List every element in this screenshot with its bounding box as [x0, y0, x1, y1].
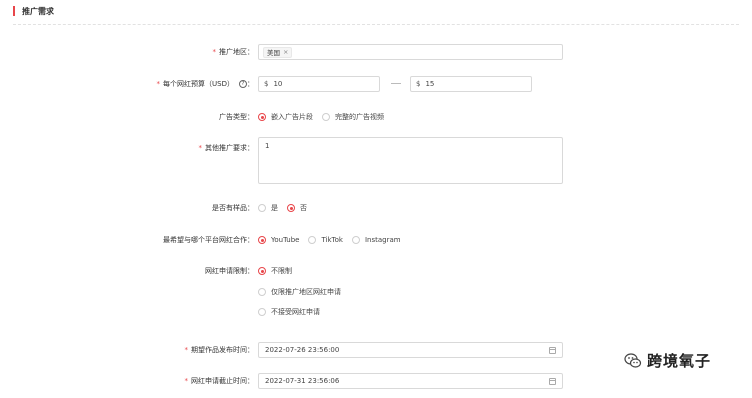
publish-time-value: 2022-07-26 23:56:00 — [265, 346, 340, 354]
ad-type-row: 广告类型： 嵌入广告片段 完整的广告视频 — [0, 111, 752, 123]
region-tag: 美国 × — [263, 46, 293, 58]
section-accent-bar — [13, 6, 15, 16]
dollar-icon: $ — [416, 80, 421, 88]
help-icon[interactable]: ? — [239, 80, 247, 88]
radio-tiktok[interactable]: TikTok — [308, 236, 343, 244]
radio-instagram[interactable]: Instagram — [351, 236, 401, 244]
platform-row: 最希望与哪个平台网红合作： YouTube TikTok Instagram — [0, 234, 752, 246]
dollar-icon: $ — [264, 80, 269, 88]
apply-deadline-label: * 网红申请截止时间： — [184, 377, 255, 385]
radio-embedded-ad[interactable]: 嵌入广告片段 — [258, 112, 313, 122]
calendar-icon[interactable] — [549, 377, 556, 385]
watermark: 跨境氧子 — [624, 350, 711, 371]
radio-empty-icon — [258, 204, 266, 212]
radio-empty-icon — [258, 308, 266, 316]
watermark-text: 跨境氧子 — [647, 352, 712, 370]
radio-empty-icon — [322, 113, 330, 121]
other-req-row: * 其他推广要求： 1 — [0, 137, 752, 184]
budget-min-value: 10 — [273, 80, 283, 88]
restriction-row: 网红申请限制： 不限制 — [0, 265, 752, 277]
radio-full-video[interactable]: 完整的广告视频 — [322, 112, 384, 122]
region-select[interactable]: 美国 × — [258, 44, 563, 60]
radio-empty-icon — [258, 288, 266, 296]
radio-selected-icon — [287, 204, 295, 212]
publish-time-label: * 期望作品发布时间： — [184, 346, 255, 354]
platform-label: 最希望与哪个平台网红合作： — [163, 236, 254, 244]
budget-label: * 每个网红预算（USD）?： — [156, 80, 254, 88]
other-req-textarea[interactable]: 1 — [258, 137, 563, 184]
budget-max-value: 15 — [425, 80, 435, 88]
apply-deadline-picker[interactable]: 2022-07-31 23:56:06 — [258, 373, 563, 389]
budget-row: * 每个网红预算（USD）?： $ 10 $ 15 — [0, 76, 752, 92]
section-divider — [13, 24, 739, 25]
apply-deadline-row: * 网红申请截止时间： 2022-07-31 23:56:06 — [0, 373, 752, 389]
radio-youtube[interactable]: YouTube — [258, 236, 299, 244]
section-header: 推广需求 — [13, 5, 54, 17]
budget-max-input[interactable]: $ 15 — [410, 76, 532, 92]
samples-label: 是否有样品： — [212, 204, 254, 212]
radio-selected-icon — [258, 236, 266, 244]
radio-samples-yes[interactable]: 是 — [258, 203, 278, 213]
range-dash — [391, 83, 401, 84]
radio-no-restriction[interactable]: 不限制 — [258, 266, 292, 276]
region-row: * 推广地区： 美国 × — [0, 44, 752, 60]
radio-samples-no[interactable]: 否 — [287, 203, 307, 213]
radio-region-only[interactable]: 仅限推广地区网红申请 — [258, 287, 341, 297]
ad-type-label: 广告类型： — [219, 113, 254, 121]
samples-row: 是否有样品： 是 否 — [0, 202, 752, 214]
other-req-label: * 其他推广要求： — [198, 144, 255, 152]
radio-selected-icon — [258, 113, 266, 121]
samples-radio-group: 是 否 — [258, 203, 316, 213]
wechat-icon — [624, 352, 642, 368]
restriction-label: 网红申请限制： — [205, 267, 254, 275]
radio-no-applications[interactable]: 不接受网红申请 — [258, 307, 320, 317]
region-tag-label: 美国 — [267, 49, 280, 57]
apply-deadline-value: 2022-07-31 23:56:06 — [265, 377, 340, 385]
budget-min-input[interactable]: $ 10 — [258, 76, 380, 92]
section-title: 推广需求 — [22, 6, 54, 16]
radio-empty-icon — [351, 236, 360, 244]
restriction-row-3: 不接受网红申请 — [0, 306, 752, 318]
ad-type-radio-group: 嵌入广告片段 完整的广告视频 — [258, 112, 393, 122]
close-icon[interactable]: × — [283, 48, 288, 56]
calendar-icon[interactable] — [549, 346, 556, 354]
platform-radio-group: YouTube TikTok Instagram — [258, 236, 410, 244]
region-label: * 推广地区： — [212, 48, 255, 56]
publish-time-picker[interactable]: 2022-07-26 23:56:00 — [258, 342, 563, 358]
restriction-row-2: 仅限推广地区网红申请 — [0, 286, 752, 298]
radio-selected-icon — [258, 267, 266, 275]
radio-empty-icon — [308, 236, 317, 244]
